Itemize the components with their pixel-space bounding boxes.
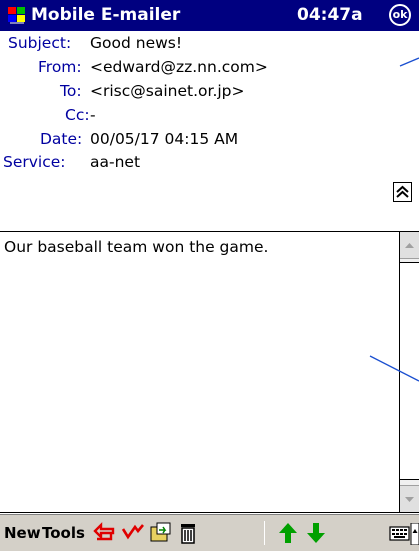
next-message-icon[interactable] — [304, 521, 328, 545]
command-bar: New Tools — [0, 514, 419, 551]
to-label: To: — [60, 82, 82, 100]
date-value: 00/05/17 04:15 AM — [90, 130, 239, 148]
keyboard-icon[interactable] — [389, 523, 419, 545]
delete-icon[interactable] — [176, 521, 200, 545]
new-menu[interactable]: New — [4, 523, 41, 543]
subject-row: Subject: Good news! — [0, 31, 380, 55]
title-bar: Mobile E-mailer 04:47a ok — [0, 0, 419, 31]
move-folder-icon[interactable] — [149, 521, 173, 545]
subject-label: Subject: — [8, 34, 72, 52]
scroll-up-arrow-icon — [405, 243, 414, 248]
scroll-down-button[interactable] — [400, 485, 419, 512]
clock[interactable]: 04:47a — [297, 4, 363, 26]
message-body[interactable]: Our baseball team won the game. — [0, 231, 419, 513]
reply-all-icon[interactable] — [121, 521, 145, 545]
previous-message-icon[interactable] — [276, 521, 300, 545]
from-label: From: — [38, 58, 82, 76]
date-label: Date: — [40, 130, 83, 148]
cc-row: Cc: - — [0, 103, 380, 127]
app-title: Mobile E-mailer — [31, 5, 181, 25]
to-row: To: <risc@sainet.or.jp> — [0, 79, 380, 103]
ok-label: ok — [392, 8, 408, 21]
windows-start-icon[interactable] — [6, 5, 28, 26]
toolbar-separator — [264, 521, 265, 545]
reply-icon[interactable] — [93, 521, 117, 545]
service-value: aa-net — [90, 153, 141, 171]
ok-button[interactable]: ok — [389, 4, 411, 26]
scroll-up-button[interactable] — [400, 232, 419, 259]
message-headers: Subject: Good news! From: <edward@zz.nn.… — [0, 31, 419, 226]
tools-menu[interactable]: Tools — [42, 523, 85, 543]
service-row: Service: aa-net — [0, 150, 380, 174]
from-row: From: <edward@zz.nn.com> — [0, 55, 380, 79]
date-row: Date: 00/05/17 04:15 AM — [0, 127, 380, 151]
subject-value: Good news! — [90, 34, 183, 52]
vertical-scrollbar[interactable] — [399, 232, 419, 512]
double-chevron-up-icon — [396, 185, 409, 198]
cc-label: Cc: — [65, 106, 90, 124]
to-value: <risc@sainet.or.jp> — [90, 82, 245, 100]
message-text[interactable]: Our baseball team won the game. — [4, 237, 268, 257]
cc-value: - — [90, 106, 96, 124]
scroll-down-arrow-icon — [405, 497, 414, 502]
from-value: <edward@zz.nn.com> — [90, 58, 268, 76]
scroll-thumb[interactable] — [400, 262, 419, 480]
collapse-headers-button[interactable] — [393, 182, 412, 202]
service-label: Service: — [3, 153, 66, 171]
